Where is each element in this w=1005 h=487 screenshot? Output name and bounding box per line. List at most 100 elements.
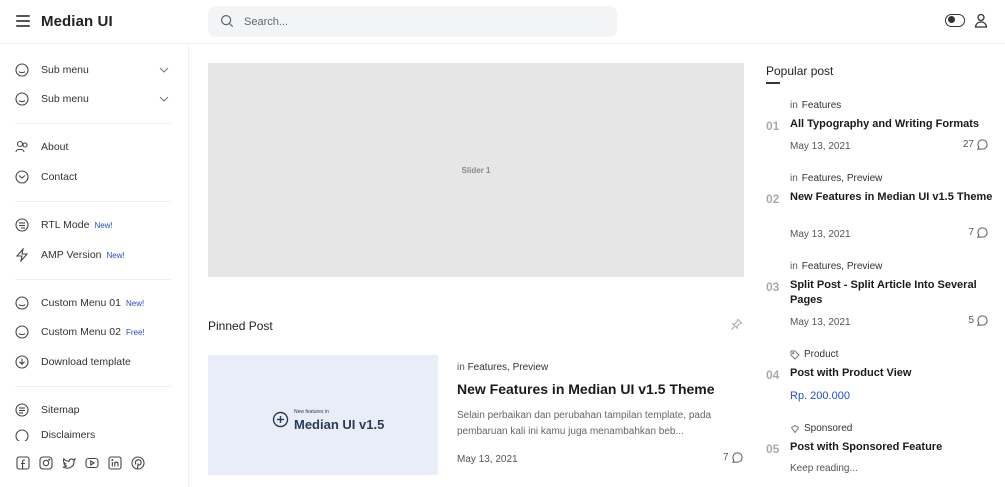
popular-post-category: Sponsored	[790, 423, 852, 434]
popular-post-number: 01	[766, 119, 780, 133]
comment-icon	[977, 139, 988, 150]
sidebar-item-label: Custom Menu 01	[41, 297, 121, 309]
comment-count: 7	[723, 452, 729, 463]
search-bar[interactable]	[208, 6, 617, 37]
search-icon	[220, 14, 234, 28]
instagram-icon[interactable]	[39, 456, 53, 470]
top-header: Median UI	[0, 0, 1005, 44]
folder-icon	[15, 92, 29, 106]
thumbnail-caption-big: Median UI v1.5	[294, 417, 385, 432]
sidebar-item-sitemap[interactable]: Sitemap	[15, 399, 175, 421]
popular-post-number: 03	[766, 280, 780, 294]
popular-post-comments[interactable]: 7	[968, 227, 988, 238]
pinned-post-excerpt: Selain perbaikan dan perubahan tampilan …	[457, 410, 712, 437]
chevron-down-icon[interactable]	[159, 94, 169, 104]
facebook-icon[interactable]	[16, 456, 30, 470]
sidebar-item-download-template[interactable]: Download template	[15, 351, 175, 373]
sidebar-item-label: Sub menu	[41, 93, 89, 105]
popular-post-title[interactable]: Split Post - Split Article Into Several …	[790, 278, 995, 308]
shield-icon	[15, 429, 29, 441]
popular-post-heading: Popular post	[766, 64, 834, 78]
sidebar-item-custom-menu-01[interactable]: Custom Menu 01 New!	[15, 292, 175, 314]
folder-icon	[15, 325, 29, 339]
search-input[interactable]	[244, 13, 604, 30]
dark-mode-toggle[interactable]	[945, 14, 965, 27]
linkedin-icon[interactable]	[108, 456, 122, 470]
category-link[interactable]: Features, Preview	[802, 173, 883, 184]
mail-icon	[15, 170, 29, 184]
twitter-icon[interactable]	[62, 456, 76, 470]
sponsored-icon	[790, 424, 800, 433]
sitemap-icon	[15, 403, 29, 417]
rtl-icon	[15, 218, 29, 232]
pinned-post-meta: in Features, Preview	[457, 362, 548, 373]
comment-count: 27	[962, 139, 974, 150]
sidebar-divider	[15, 123, 171, 124]
sidebar-item-submenu-1[interactable]: Sub menu	[15, 59, 175, 81]
social-links	[16, 456, 145, 470]
category-link[interactable]: Features	[802, 100, 841, 111]
sidebar-divider	[15, 279, 171, 280]
pin-icon	[731, 318, 743, 330]
sidebar-item-rtl-mode[interactable]: RTL Mode New!	[15, 214, 175, 236]
popular-post-title[interactable]: New Features in Median UI v1.5 Theme	[790, 190, 995, 205]
free-badge: Free!	[125, 328, 145, 337]
people-icon	[15, 140, 28, 153]
sidebar-item-custom-menu-02[interactable]: Custom Menu 02 Free!	[15, 321, 175, 343]
popular-post-title[interactable]: All Typography and Writing Formats	[790, 117, 995, 132]
meta-prefix: in	[457, 362, 465, 373]
sidebar-item-label: Sitemap	[41, 404, 80, 416]
sidebar-item-amp-version[interactable]: AMP Version New!	[15, 244, 175, 266]
folder-icon	[15, 63, 29, 77]
sidebar-item-label: Contact	[41, 171, 78, 183]
category-link[interactable]: Sponsored	[804, 423, 852, 434]
popular-post-number: 02	[766, 192, 780, 206]
new-badge: New!	[125, 299, 145, 308]
pinned-post-comments[interactable]: 7	[723, 452, 743, 463]
pinned-post-date: May 13, 2021	[457, 454, 518, 465]
popular-post-title[interactable]: Post with Product View	[790, 366, 995, 381]
sidebar-item-label: Custom Menu 02	[41, 326, 121, 338]
pinned-post-thumbnail[interactable]: New features in Median UI v1.5	[208, 355, 438, 475]
pinned-post-title[interactable]: New Features in Median UI v1.5 Theme	[457, 381, 715, 397]
youtube-icon[interactable]	[85, 456, 99, 470]
sidebar-item-label: Download template	[41, 356, 131, 368]
popular-post-number: 05	[766, 442, 780, 456]
comment-icon	[977, 227, 988, 238]
popular-post-date: May 13, 2021	[790, 317, 851, 328]
sidebar-item-submenu-2[interactable]: Sub menu	[15, 88, 175, 110]
sidebar-item-contact[interactable]: Contact	[15, 166, 175, 188]
category-link[interactable]: Product	[804, 349, 838, 360]
user-icon[interactable]	[974, 13, 988, 28]
popular-post-category: Product	[790, 349, 838, 360]
product-price: Rp. 200.000	[790, 390, 850, 402]
popular-post-date: May 13, 2021	[790, 229, 851, 240]
popular-post-comments[interactable]: 5	[968, 315, 988, 326]
sidebar-item-disclaimers[interactable]: Disclaimers	[15, 429, 175, 441]
pinterest-icon[interactable]	[131, 456, 145, 470]
popular-post-comments[interactable]: 27	[963, 139, 988, 150]
popular-post-category: in Features, Preview	[790, 173, 883, 184]
sidebar-divider	[15, 386, 171, 387]
popular-post-date: May 13, 2021	[790, 141, 851, 152]
new-badge: New!	[106, 251, 125, 260]
tag-icon	[790, 350, 800, 360]
category-link[interactable]: Features, Preview	[802, 261, 883, 272]
chevron-down-icon[interactable]	[159, 65, 169, 75]
thumbnail-caption-small: New features in	[294, 409, 329, 415]
heading-underline	[766, 82, 780, 84]
hero-slider[interactable]: Slider 1	[208, 63, 744, 277]
popular-post-title[interactable]: Post with Sponsored Feature	[790, 440, 995, 455]
slider-label: Slider 1	[461, 166, 491, 175]
pinned-post-categories[interactable]: Features, Preview	[468, 362, 549, 373]
comment-icon	[731, 452, 743, 463]
site-brand[interactable]: Median UI	[41, 13, 113, 30]
comment-icon	[977, 315, 988, 326]
comment-count: 7	[968, 227, 974, 238]
keep-reading-link[interactable]: Keep reading...	[790, 463, 858, 474]
new-badge: New!	[94, 221, 113, 230]
sidebar-item-label: Disclaimers	[41, 429, 96, 441]
sidebar-item-about[interactable]: About	[15, 136, 175, 158]
menu-icon[interactable]	[16, 15, 30, 27]
sidebar-item-label: About	[41, 141, 69, 153]
